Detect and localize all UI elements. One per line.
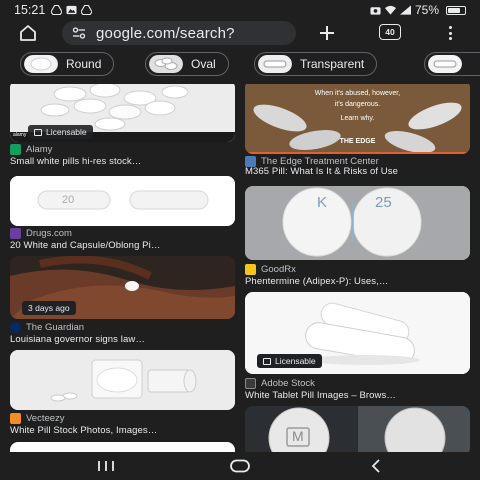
recents-button[interactable]	[94, 458, 118, 474]
result-title[interactable]: Phentermine (Adipex-P): Uses,…	[245, 276, 470, 287]
site-settings-icon[interactable]	[72, 26, 86, 40]
new-tab-button[interactable]	[316, 22, 338, 44]
home-nav-icon	[230, 459, 250, 473]
date-badge: 3 days ago	[22, 301, 76, 315]
back-button[interactable]	[364, 458, 388, 474]
result-source: Vecteezy	[10, 413, 65, 424]
chip-round[interactable]: Round	[20, 52, 115, 76]
result-source: GoodRx	[245, 264, 296, 275]
home-button[interactable]	[16, 21, 40, 45]
image-results-grid: alamy Licensable Alamy Small white pills…	[0, 84, 480, 452]
result-title[interactable]: 20 White and Capsule/Oblong Pi…	[10, 240, 235, 251]
licensable-badge: Licensable	[257, 354, 322, 368]
home-nav-button[interactable]	[228, 458, 252, 474]
result-goodrx[interactable]: K 25 GoodRx Phentermine (Adipex-P): Uses…	[245, 186, 470, 290]
goodrx-favicon	[245, 264, 256, 275]
tab-switcher-button[interactable]: 40	[379, 24, 401, 40]
home-icon	[20, 25, 36, 41]
result-source: Drugs.com	[10, 228, 72, 239]
drugs-favicon	[10, 228, 21, 239]
imprint-left: K	[317, 194, 328, 211]
drive-icon-2	[81, 5, 93, 15]
guardian-favicon	[10, 322, 21, 333]
result-title[interactable]: White Tablet Pill Images – Brows…	[245, 390, 470, 401]
camera-icon	[370, 7, 381, 15]
android-nav-bar	[0, 452, 480, 480]
gallery-icon	[66, 5, 77, 15]
signal-icon	[399, 5, 411, 15]
battery-icon	[446, 5, 466, 15]
result-drugs-com[interactable]: 20 Drugs.com 20 White and Capsule/Oblong…	[10, 176, 235, 254]
chip-more[interactable]	[424, 52, 480, 76]
result-adobe-stock[interactable]: Licensable Adobe Stock White Tablet Pill…	[245, 292, 470, 402]
more-menu-button[interactable]	[442, 23, 458, 43]
watermark: alamy	[13, 132, 27, 138]
result-source: Alamy	[10, 144, 52, 155]
chip-transparent[interactable]: Transparent	[254, 52, 378, 76]
filter-chips: Round Oval Transparent	[0, 52, 480, 76]
result-guardian[interactable]: 3 days ago The Guardian Louisiana govern…	[10, 256, 235, 346]
adobe-favicon	[245, 378, 256, 389]
vecteezy-favicon	[10, 413, 21, 424]
pill-imprint: 20	[62, 194, 75, 206]
result-image[interactable]: 20	[10, 176, 235, 226]
pill-thumb	[428, 55, 462, 73]
result-image[interactable]	[10, 350, 235, 410]
result-title[interactable]: Small white pills hi-res stock…	[10, 156, 235, 167]
url-bar[interactable]: google.com/search?	[62, 21, 296, 45]
chip-oval[interactable]: Oval	[145, 52, 229, 76]
result-alamy[interactable]: alamy Licensable Alamy Small white pills…	[10, 84, 235, 170]
result-edge-treatment[interactable]: When it's abused, however, it's dangerou…	[245, 84, 470, 180]
result-imprint-pills[interactable]: M	[245, 406, 470, 452]
licensable-badge: Licensable	[28, 125, 93, 139]
recents-icon	[98, 461, 114, 471]
result-image[interactable]: M	[245, 406, 470, 452]
result-title[interactable]: White Pill Stock Photos, Images…	[10, 425, 235, 436]
drive-icon	[51, 5, 63, 15]
status-time: 15:21	[14, 3, 46, 17]
alamy-favicon	[10, 144, 21, 155]
pill-imprint: M	[292, 428, 304, 444]
round-pill-thumb	[24, 55, 58, 73]
oval-pill-thumb	[149, 55, 183, 73]
result-source: The Guardian	[10, 322, 84, 333]
imprint-right: 25	[375, 194, 392, 211]
result-source: Adobe Stock	[245, 378, 315, 389]
plus-icon	[320, 26, 334, 40]
result-image[interactable]: alamy Licensable	[10, 84, 235, 142]
result-image[interactable]	[10, 442, 235, 452]
result-image[interactable]: When it's abused, however, it's dangerou…	[245, 84, 470, 154]
browser-toolbar: google.com/search? 40	[0, 20, 480, 46]
result-image[interactable]: Licensable	[245, 292, 470, 374]
result-title[interactable]: Louisiana governor signs law…	[10, 334, 235, 345]
transparent-pill-thumb	[258, 55, 292, 73]
result-partial[interactable]	[10, 442, 235, 452]
back-icon	[371, 459, 380, 473]
status-bar: 15:21 75%	[0, 0, 480, 20]
url-text[interactable]: google.com/search?	[96, 25, 235, 42]
edge-logo: THE EDGE	[339, 138, 376, 145]
result-title[interactable]: M365 Pill: What Is It & Risks of Use	[245, 166, 470, 177]
battery-percent: 75%	[414, 3, 439, 17]
result-image[interactable]: K 25	[245, 186, 470, 260]
wifi-icon	[384, 5, 396, 15]
result-vecteezy[interactable]: Vecteezy White Pill Stock Photos, Images…	[10, 350, 235, 440]
result-image[interactable]: 3 days ago	[10, 256, 235, 319]
